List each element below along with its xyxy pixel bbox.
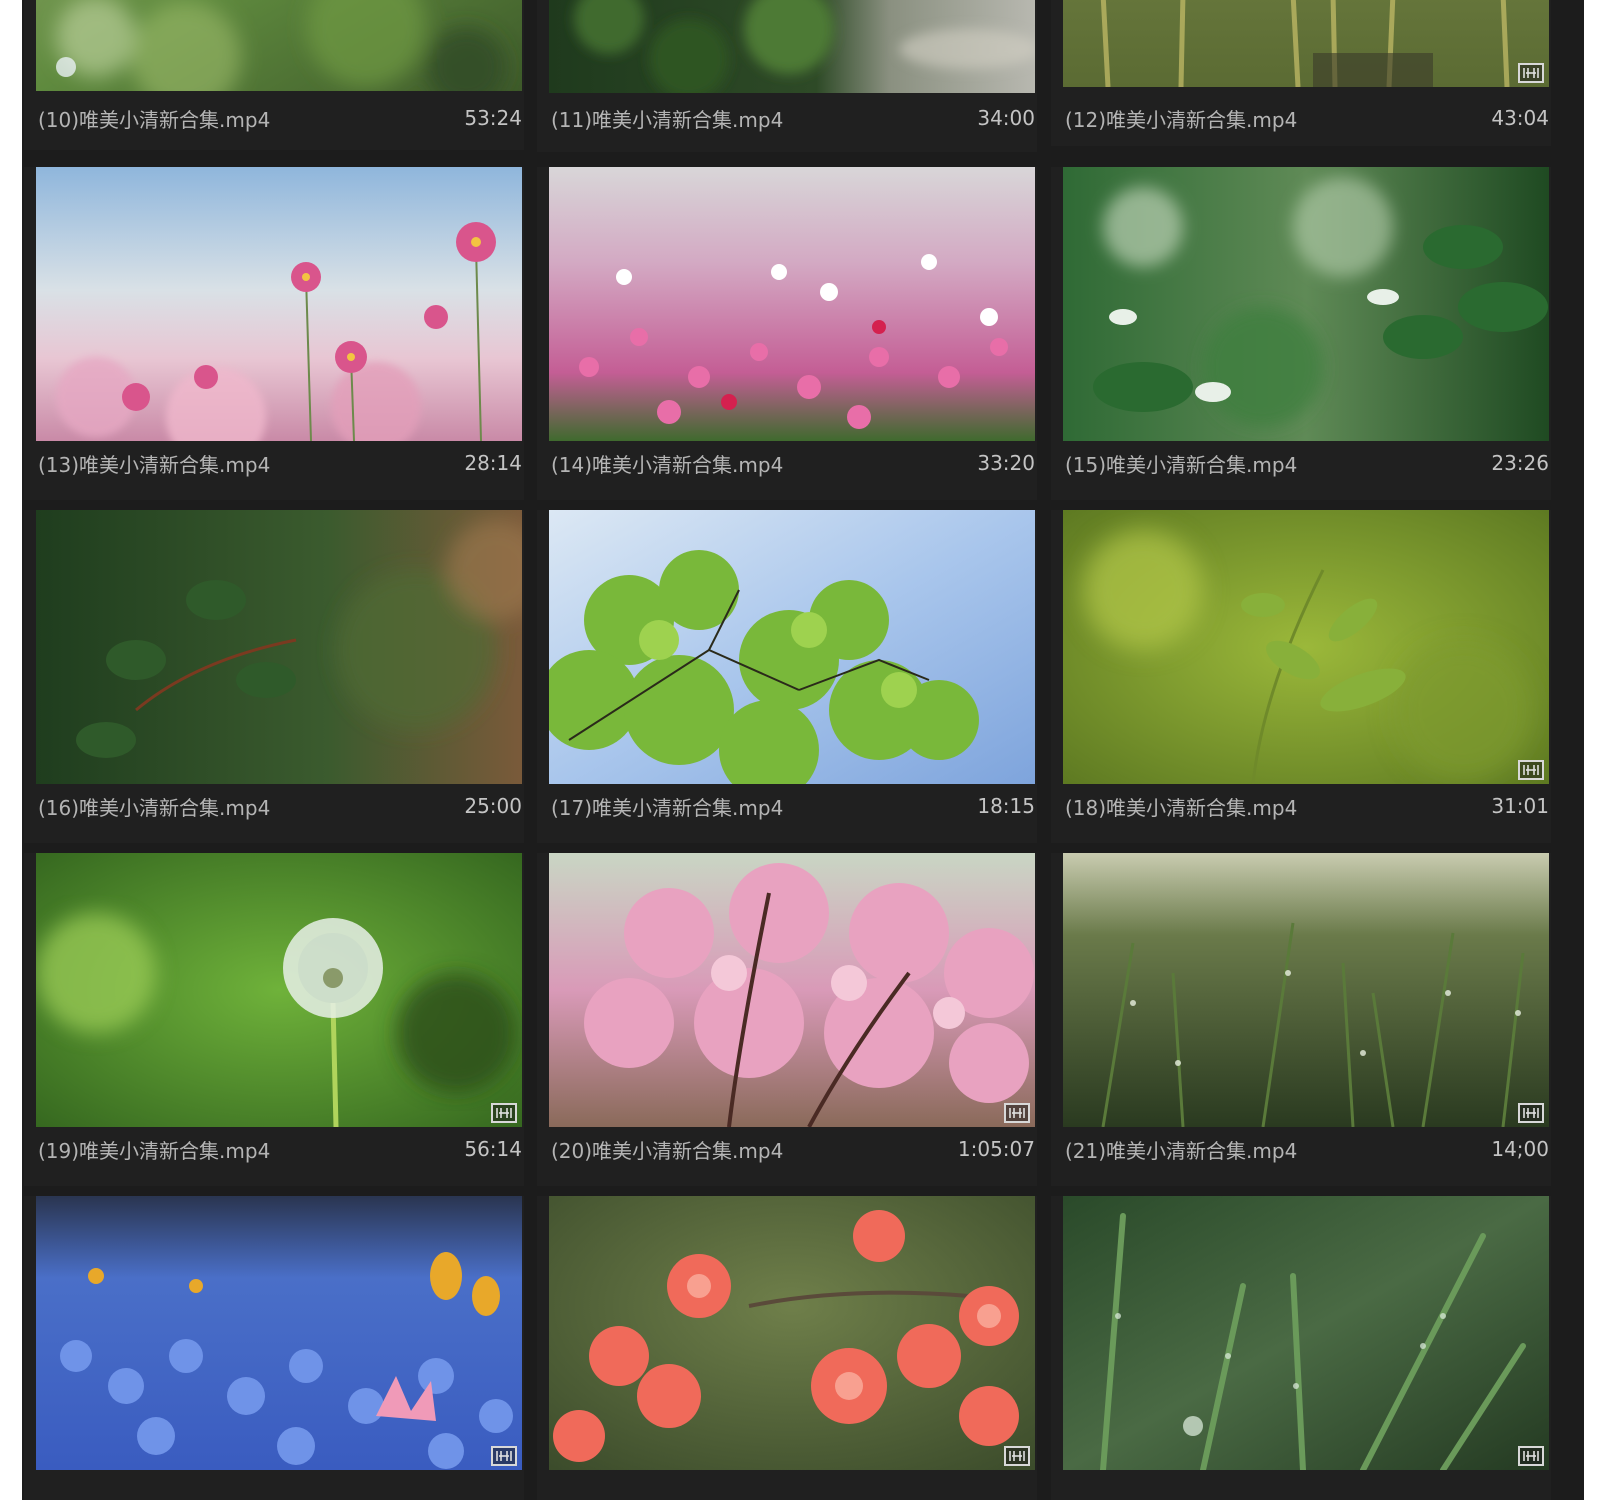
clip-duration: 33:20: [977, 451, 1035, 475]
media-clip-tile[interactable]: (18)唯美小清新合集.mp4 31:01: [1051, 510, 1551, 843]
clip-thumbnail[interactable]: [549, 1196, 1035, 1470]
clip-duration: 1:05:07: [957, 1137, 1035, 1161]
media-clip-tile[interactable]: (15)唯美小清新合集.mp4 23:26: [1051, 167, 1551, 500]
clip-duration: 25:00: [464, 794, 522, 818]
clip-caption: (18)唯美小清新合集.mp4 31:01: [1065, 792, 1549, 820]
media-clip-tile[interactable]: (16)唯美小清新合集.mp4 25:00: [24, 510, 524, 843]
media-clip-tile[interactable]: (12)唯美小清新合集.mp4 43:04: [1051, 0, 1551, 146]
clip-thumbnail[interactable]: [1063, 167, 1549, 441]
clip-duration: 28:14: [464, 451, 522, 475]
clip-caption: (17)唯美小清新合集.mp4 18:15: [551, 792, 1035, 820]
media-bin-panel: (10)唯美小清新合集.mp4 53:24 (11)唯美小清新合集.mp4 34…: [22, 0, 1584, 1500]
clip-duration: 34:00: [977, 106, 1035, 130]
media-clip-tile[interactable]: [24, 1196, 524, 1500]
clip-thumbnail[interactable]: [1063, 0, 1549, 87]
clip-caption: (19)唯美小清新合集.mp4 56:14: [38, 1135, 522, 1163]
clip-thumbnail[interactable]: [36, 0, 522, 91]
media-clip-tile[interactable]: (10)唯美小清新合集.mp4 53:24: [24, 0, 524, 150]
clip-name: (13)唯美小清新合集.mp4: [38, 452, 271, 477]
media-clip-tile[interactable]: [1051, 1196, 1551, 1500]
clip-name: (20)唯美小清新合集.mp4: [551, 1138, 784, 1163]
media-clip-tile[interactable]: (14)唯美小清新合集.mp4 33:20: [537, 167, 1037, 500]
audio-video-clip-icon: [491, 1446, 517, 1466]
clip-caption: (15)唯美小清新合集.mp4 23:26: [1065, 449, 1549, 477]
clip-thumbnail[interactable]: [1063, 1196, 1549, 1470]
clip-caption: (12)唯美小清新合集.mp4 43:04: [1065, 104, 1549, 132]
clip-caption: (16)唯美小清新合集.mp4 25:00: [38, 792, 522, 820]
clip-name: (10)唯美小清新合集.mp4: [38, 107, 271, 132]
clip-caption: (13)唯美小清新合集.mp4 28:14: [38, 449, 522, 477]
audio-video-clip-icon: [1004, 1103, 1030, 1123]
clip-thumbnail[interactable]: [549, 853, 1035, 1127]
clip-name: (16)唯美小清新合集.mp4: [38, 795, 271, 820]
clip-thumbnail[interactable]: [36, 853, 522, 1127]
audio-video-clip-icon: [1518, 760, 1544, 780]
media-clip-tile[interactable]: (13)唯美小清新合集.mp4 28:14: [24, 167, 524, 500]
media-clip-tile[interactable]: (20)唯美小清新合集.mp4 1:05:07: [537, 853, 1037, 1186]
clip-name: (15)唯美小清新合集.mp4: [1065, 452, 1298, 477]
clip-thumbnail[interactable]: [1063, 510, 1549, 784]
audio-video-clip-icon: [1518, 1103, 1544, 1123]
audio-video-clip-icon: [1518, 1446, 1544, 1466]
audio-video-clip-icon: [1004, 1446, 1030, 1466]
clip-name: (21)唯美小清新合集.mp4: [1065, 1138, 1298, 1163]
clip-duration: 31:01: [1491, 794, 1549, 818]
clip-name: (18)唯美小清新合集.mp4: [1065, 795, 1298, 820]
clip-thumbnail[interactable]: [549, 167, 1035, 441]
clip-name: (12)唯美小清新合集.mp4: [1065, 107, 1298, 132]
clip-thumbnail[interactable]: [36, 510, 522, 784]
clip-caption: (21)唯美小清新合集.mp4 14;00: [1065, 1135, 1549, 1163]
clip-name: (19)唯美小清新合集.mp4: [38, 1138, 271, 1163]
audio-video-clip-icon: [1518, 63, 1544, 83]
clip-caption: (20)唯美小清新合集.mp4 1:05:07: [551, 1135, 1035, 1163]
clip-name: (14)唯美小清新合集.mp4: [551, 452, 784, 477]
clip-caption: (10)唯美小清新合集.mp4 53:24: [38, 104, 522, 132]
clip-thumbnail[interactable]: [36, 1196, 522, 1470]
clip-duration: 23:26: [1491, 451, 1549, 475]
clip-thumbnail[interactable]: [549, 0, 1035, 93]
clip-duration: 18:15: [977, 794, 1035, 818]
clip-duration: 56:14: [464, 1137, 522, 1161]
clip-duration: 43:04: [1491, 106, 1549, 130]
clip-thumbnail[interactable]: [549, 510, 1035, 784]
media-clip-tile[interactable]: (11)唯美小清新合集.mp4 34:00: [537, 0, 1037, 152]
media-clip-tile[interactable]: (17)唯美小清新合集.mp4 18:15: [537, 510, 1037, 843]
media-clip-tile[interactable]: [537, 1196, 1037, 1500]
clip-duration: 14;00: [1491, 1137, 1549, 1161]
media-clip-tile[interactable]: (19)唯美小清新合集.mp4 56:14: [24, 853, 524, 1186]
clip-thumbnail[interactable]: [1063, 853, 1549, 1127]
audio-video-clip-icon: [491, 1103, 517, 1123]
clip-caption: (14)唯美小清新合集.mp4 33:20: [551, 449, 1035, 477]
clip-caption: (11)唯美小清新合集.mp4 34:00: [551, 104, 1035, 132]
media-clip-tile[interactable]: (21)唯美小清新合集.mp4 14;00: [1051, 853, 1551, 1186]
clip-name: (17)唯美小清新合集.mp4: [551, 795, 784, 820]
clip-thumbnail[interactable]: [36, 167, 522, 441]
clip-name: (11)唯美小清新合集.mp4: [551, 107, 784, 132]
clip-duration: 53:24: [464, 106, 522, 130]
